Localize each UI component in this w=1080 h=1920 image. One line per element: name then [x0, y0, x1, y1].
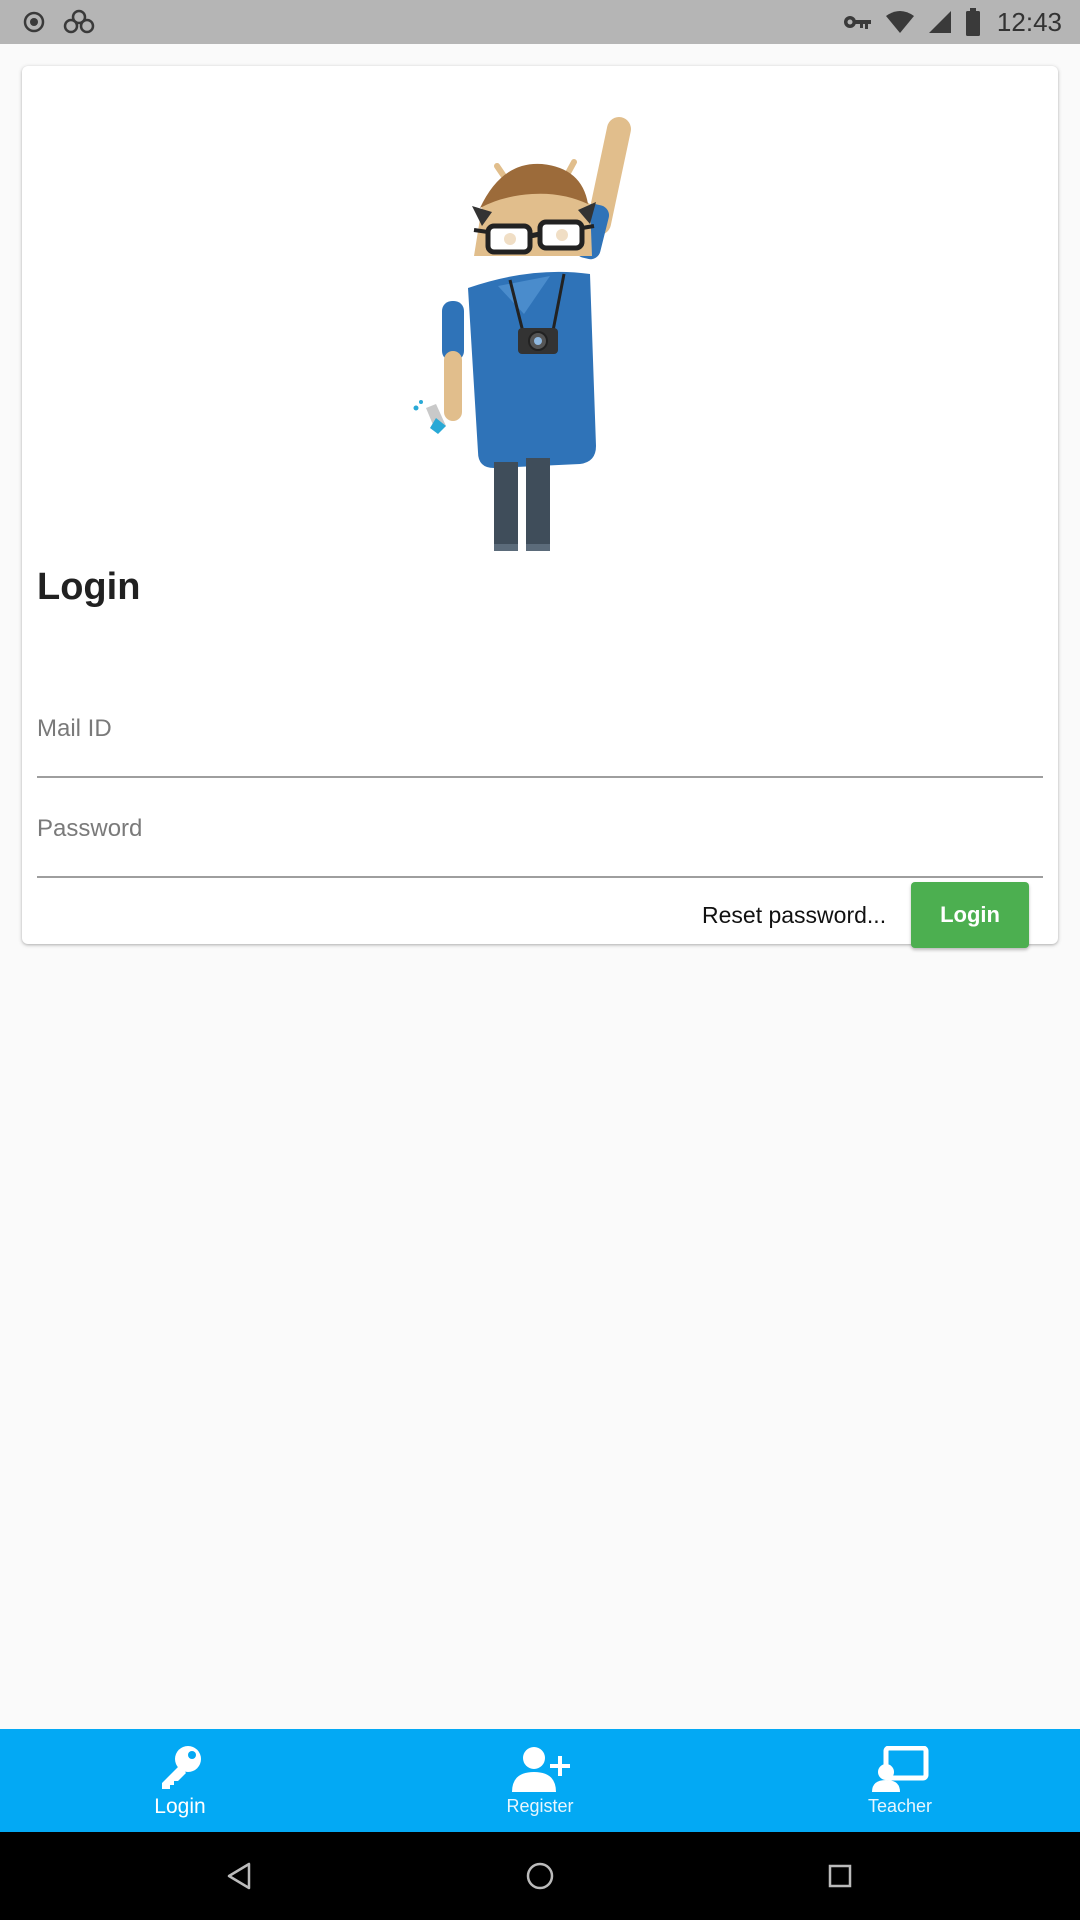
android-mascot-illustration — [412, 96, 652, 599]
nav-item-login[interactable]: Login — [0, 1729, 360, 1832]
password-underline — [37, 876, 1043, 878]
login-button[interactable]: Login — [911, 882, 1029, 948]
nav-label-teacher: Teacher — [867, 1796, 933, 1816]
status-right: 12:43 — [843, 7, 1062, 38]
mail-id-underline — [37, 776, 1043, 778]
login-title: Login — [37, 566, 141, 608]
nav-item-teacher[interactable]: Teacher — [720, 1729, 1080, 1832]
nav-item-register[interactable]: Register — [360, 1729, 720, 1832]
record-icon — [22, 10, 46, 34]
system-navigation-bar — [0, 1832, 1080, 1920]
wifi-icon — [885, 10, 915, 34]
recents-icon[interactable] — [810, 1846, 870, 1906]
password-field — [37, 780, 1043, 878]
battery-icon — [965, 8, 981, 36]
key-icon — [150, 1743, 210, 1791]
status-time: 12:43 — [996, 6, 1062, 37]
nav-label-login: Login — [154, 1794, 206, 1818]
vpn-key-icon — [843, 12, 873, 32]
mail-id-input[interactable] — [37, 680, 1043, 776]
mail-id-field — [37, 680, 1043, 778]
status-left — [22, 9, 96, 35]
home-icon[interactable] — [510, 1846, 570, 1906]
app-notification-icon — [62, 9, 96, 35]
back-icon[interactable] — [210, 1846, 270, 1906]
teacher-screen-icon — [870, 1744, 930, 1792]
reset-password-button[interactable]: Reset password... — [702, 902, 886, 929]
password-input[interactable] — [37, 780, 1043, 876]
status-bar: 12:43 — [0, 0, 1080, 44]
login-card: Login Reset password... Login — [22, 66, 1058, 948]
cell-signal-icon — [927, 9, 953, 35]
nav-label-register: Register — [506, 1796, 574, 1816]
add-person-icon — [510, 1744, 570, 1792]
bottom-navigation: Login Register Teacher — [0, 1729, 1080, 1832]
